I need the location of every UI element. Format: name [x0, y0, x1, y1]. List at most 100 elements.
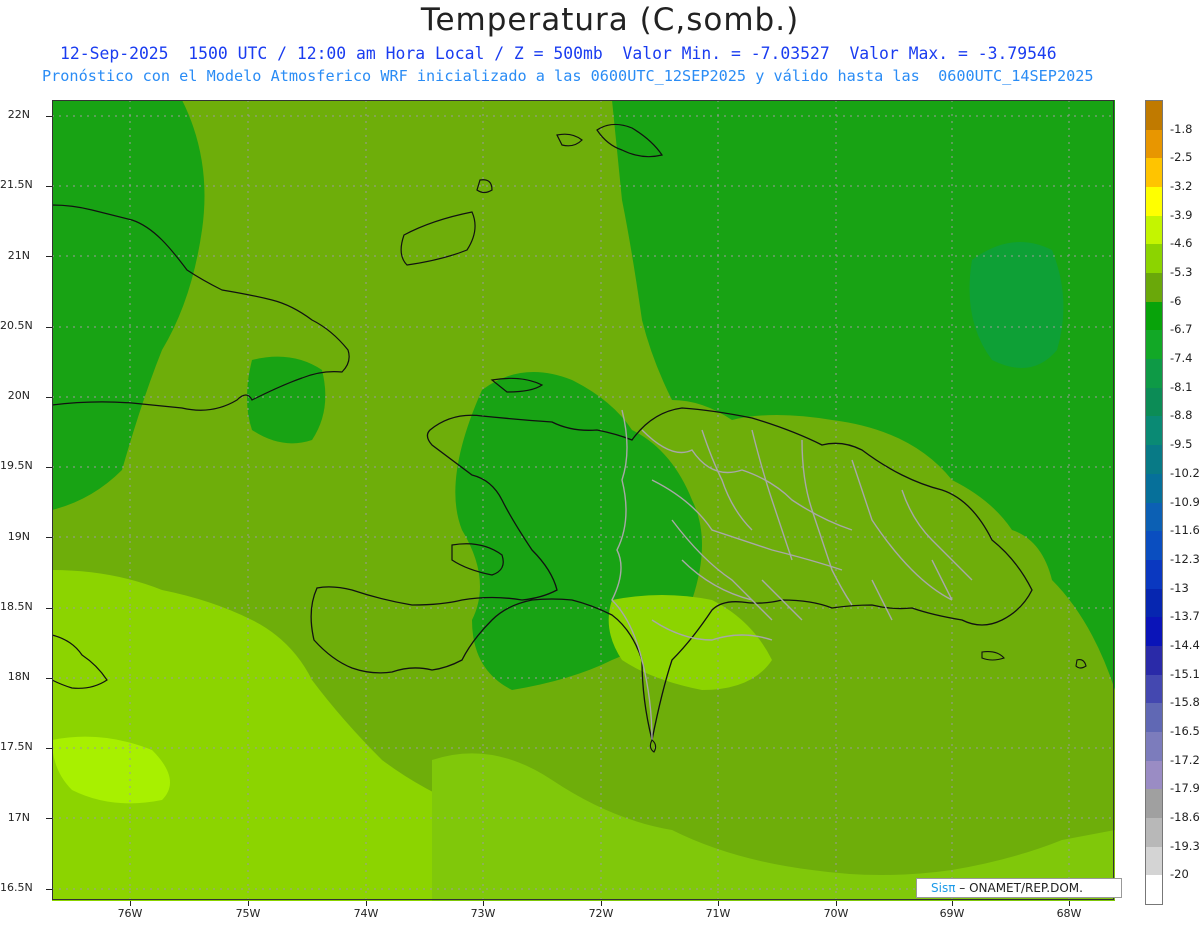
colorbar-label: -10.2 [1170, 465, 1200, 480]
colorbar-segment [1146, 703, 1162, 733]
chart-title: Temperatura (C,somb.) [420, 2, 800, 38]
colorbar-label: -15.8 [1170, 695, 1200, 710]
lon-label: 71W [705, 907, 731, 920]
lat-tick [46, 608, 52, 609]
lon-tick [366, 901, 367, 906]
credit-text: – ONAMET/REP.DOM. [955, 881, 1083, 895]
colorbar-label: -8.8 [1170, 408, 1193, 423]
lat-label: 20N [7, 389, 30, 402]
lat-tick [46, 116, 52, 117]
lat-tick [46, 256, 52, 257]
lon-tick [248, 901, 249, 906]
lat-tick [46, 537, 52, 538]
map-canvas [52, 100, 1115, 901]
lat-tick [46, 818, 52, 819]
colorbar-segment [1146, 588, 1162, 618]
colorbar-segment [1146, 101, 1162, 131]
colorbar-segment [1146, 244, 1162, 274]
colorbar-segment [1146, 531, 1162, 561]
colorbar-label: -7.4 [1170, 351, 1193, 366]
colorbar-label: -19.3 [1170, 838, 1200, 853]
colorbar-label: -14.4 [1170, 637, 1200, 652]
colorbar-label: -16.5 [1170, 723, 1200, 738]
colorbar-label: -11.6 [1170, 523, 1200, 538]
colorbar-segment [1146, 846, 1162, 876]
colorbar-label: -13.7 [1170, 609, 1200, 624]
lat-label: 21N [7, 249, 30, 262]
lon-label: 70W [823, 907, 849, 920]
lat-tick [46, 467, 52, 468]
lon-label: 74W [353, 907, 379, 920]
subtitle-model-info: Pronóstico con el Modelo Atmosferico WRF… [42, 67, 1094, 85]
lat-label: 22N [7, 108, 30, 121]
lon-label: 69W [939, 907, 965, 920]
lon-tick [601, 901, 602, 906]
lat-label: 19N [7, 530, 30, 543]
lon-tick [130, 901, 131, 906]
colorbar-segment [1146, 875, 1162, 905]
colorbar-label: -6 [1170, 293, 1182, 308]
lat-label: 21.5N [0, 178, 33, 191]
credit-box: Sisπ – ONAMET/REP.DOM. [916, 878, 1122, 898]
colorbar-segment [1146, 760, 1162, 790]
colorbar-label: -20 [1170, 867, 1189, 882]
colorbar-label: -9.5 [1170, 437, 1193, 452]
colorbar-label: -3.2 [1170, 179, 1193, 194]
lon-tick [483, 901, 484, 906]
colorbar-label: -5.3 [1170, 265, 1193, 280]
lon-tick [836, 901, 837, 906]
lon-label: 76W [117, 907, 143, 920]
colorbar-segment [1146, 387, 1162, 417]
colorbar-segment [1146, 789, 1162, 819]
lat-label: 20.5N [0, 319, 33, 332]
colorbar-label: -1.8 [1170, 121, 1193, 136]
colorbar-segment [1146, 416, 1162, 446]
credit-sis: Sis [931, 881, 949, 895]
colorbar-segment [1146, 215, 1162, 245]
colorbar-label: -17.2 [1170, 752, 1200, 767]
colorbar-segment [1146, 502, 1162, 532]
cool-patch-cuba-east [247, 356, 326, 444]
colorbar-segment [1146, 359, 1162, 389]
colorbar-segment [1146, 473, 1162, 503]
colorbar-label: -6.7 [1170, 322, 1193, 337]
colorbar-label: -4.6 [1170, 236, 1193, 251]
colorbar-label: -13 [1170, 580, 1189, 595]
lon-label: 72W [588, 907, 614, 920]
lon-label: 73W [470, 907, 496, 920]
colorbar-label: -8.1 [1170, 379, 1193, 394]
colorbar-label: -17.9 [1170, 781, 1200, 796]
lon-tick [718, 901, 719, 906]
lat-label: 19.5N [0, 459, 33, 472]
lon-tick [1069, 901, 1070, 906]
temperature-map[interactable] [52, 100, 1115, 901]
lat-tick [46, 748, 52, 749]
colorbar-segment [1146, 731, 1162, 762]
lat-label: 18N [7, 670, 30, 683]
colorbar-segment [1146, 645, 1162, 676]
colorbar-segment [1146, 445, 1162, 475]
subtitle-valid-time: 12-Sep-2025 1500 UTC / 12:00 am Hora Loc… [60, 44, 1057, 63]
colorbar-segment [1146, 817, 1162, 848]
lon-label: 68W [1056, 907, 1082, 920]
lat-tick [46, 678, 52, 679]
colorbar-label: -15.1 [1170, 666, 1200, 681]
colorbar [1145, 100, 1163, 905]
colorbar-segment [1146, 129, 1162, 159]
colorbar-label: -3.9 [1170, 207, 1193, 222]
colorbar-segment [1146, 674, 1162, 704]
colorbar-label: -12.3 [1170, 551, 1200, 566]
colorbar-label: -18.6 [1170, 809, 1200, 824]
colorbar-segment [1146, 273, 1162, 303]
lat-label: 17.5N [0, 740, 33, 753]
lon-label: 75W [235, 907, 261, 920]
lat-label: 17N [7, 811, 30, 824]
lat-tick [46, 397, 52, 398]
colorbar-segment [1146, 158, 1162, 188]
lat-label: 16.5N [0, 881, 33, 894]
lat-tick [46, 889, 52, 890]
lat-tick [46, 186, 52, 187]
colorbar-segment [1146, 187, 1162, 217]
colorbar-segment [1146, 301, 1162, 331]
colorbar-segment [1146, 617, 1162, 647]
